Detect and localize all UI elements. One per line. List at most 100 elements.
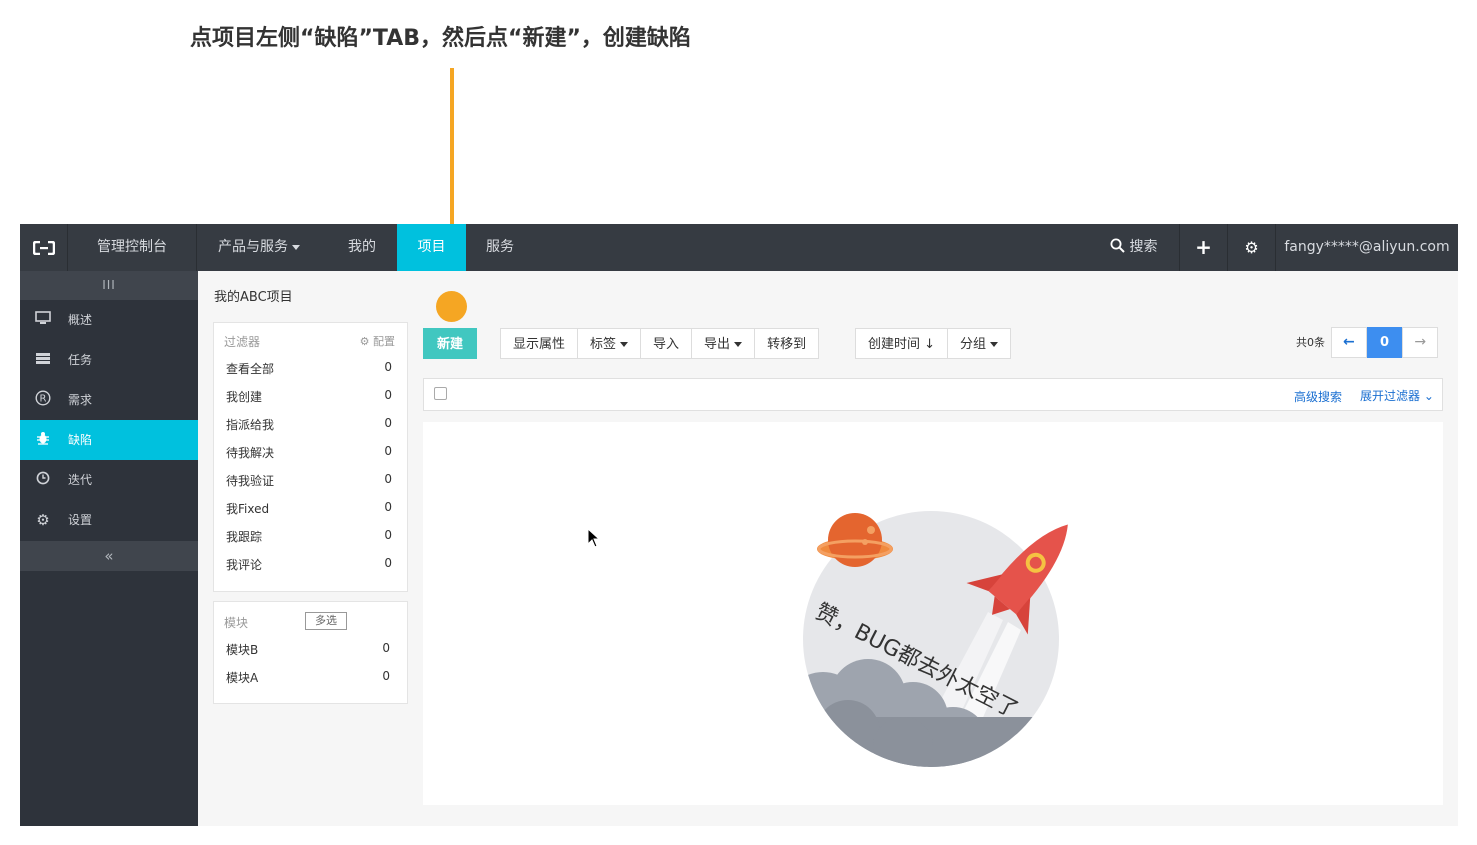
module-count: 0 xyxy=(382,669,390,683)
filter-item-to-resolve[interactable]: 待我解决 0 xyxy=(226,444,392,472)
products-menu[interactable]: 产品与服务 xyxy=(218,224,300,271)
sidebar-item-bugs[interactable]: 缺陷 xyxy=(20,420,198,460)
arrow-left-icon[interactable]: ← xyxy=(1331,327,1367,358)
filter-count: 0 xyxy=(384,416,392,430)
filter-item-assigned[interactable]: 指派给我 0 xyxy=(226,416,392,444)
filter-label: 查看全部 xyxy=(226,362,275,376)
sidebar-item-iterations[interactable]: 迭代 xyxy=(20,460,198,500)
filter-count: 0 xyxy=(384,556,392,570)
sidebar-item-settings[interactable]: ⚙ 设置 xyxy=(20,500,198,540)
new-bug-button[interactable]: 新建 xyxy=(423,328,477,359)
group-label: 分组 xyxy=(960,337,987,352)
clock-icon xyxy=(34,460,52,500)
sidebar-item-label: 任务 xyxy=(68,353,93,367)
sidebar-item-label: 迭代 xyxy=(68,473,93,487)
filter-label: 待我解决 xyxy=(226,446,275,460)
sidebar-item-tasks[interactable]: 任务 xyxy=(20,340,198,380)
filter-config-button[interactable]: ⚙ 配置 xyxy=(360,333,395,349)
chevron-down-icon xyxy=(990,342,999,347)
filter-label: 待我验证 xyxy=(226,474,275,488)
sidebar-toggle-button[interactable]: III xyxy=(20,271,198,300)
search-label: 搜索 xyxy=(1129,239,1158,255)
app-window: 管理控制台 产品与服务 我的 项目 服务 搜索 + ⚙ fangy*****@a… xyxy=(20,224,1458,826)
module-item-b[interactable]: 模块B 0 xyxy=(226,641,390,669)
expand-filter-link[interactable]: 展开过滤器 ⌄ xyxy=(1360,387,1434,404)
top-navigation-bar: 管理控制台 产品与服务 我的 项目 服务 搜索 + ⚙ fangy*****@a… xyxy=(20,224,1458,271)
current-page[interactable]: 0 xyxy=(1366,327,1403,358)
list-icon xyxy=(34,340,52,380)
module-panel: 模块 多选 模块B 0 模块A 0 xyxy=(213,601,408,704)
chevron-down-icon xyxy=(292,244,300,250)
search-bar: 高级搜索 展开过滤器 ⌄ xyxy=(423,378,1443,411)
pagination: ← 0 → xyxy=(1331,327,1439,358)
filter-item-commented[interactable]: 我评论 0 xyxy=(226,556,392,584)
action-button-group: 显示属性 标签 导入 导出 转移到 xyxy=(500,328,820,359)
gear-icon[interactable]: ⚙ xyxy=(1228,224,1275,271)
filter-label: 我Fixed xyxy=(226,502,270,516)
filter-count: 0 xyxy=(384,500,392,514)
sidebar-item-overview[interactable]: 概述 xyxy=(20,300,198,340)
filter-label: 指派给我 xyxy=(226,418,275,432)
filter-count: 0 xyxy=(384,444,392,458)
project-tab[interactable]: 项目 xyxy=(397,224,466,271)
filter-count: 0 xyxy=(384,388,392,402)
annotation-pointer-dot xyxy=(436,291,467,322)
project-title: 我的ABC项目 xyxy=(214,290,293,305)
sidebar: III 概述 任务 R 需求 缺陷 迭代 ⚙ 设置 « xyxy=(20,271,198,826)
module-label: 模块B xyxy=(226,643,259,657)
plus-icon[interactable]: + xyxy=(1180,224,1227,271)
filter-item-created[interactable]: 我创建 0 xyxy=(226,388,392,416)
products-label: 产品与服务 xyxy=(218,239,288,255)
registered-icon: R xyxy=(34,380,52,420)
search-icon xyxy=(1110,238,1125,253)
mouse-cursor-icon xyxy=(587,528,601,548)
arrow-right-icon[interactable]: → xyxy=(1402,327,1439,358)
instruction-annotation: 点项目左侧“缺陷”TAB，然后点“新建”，创建缺陷 xyxy=(190,26,691,51)
filter-count: 0 xyxy=(384,360,392,374)
filter-item-fixed[interactable]: 我Fixed 0 xyxy=(226,500,392,528)
import-button[interactable]: 导入 xyxy=(641,328,693,359)
aliyun-logo-icon[interactable] xyxy=(20,224,68,271)
sidebar-item-label: 缺陷 xyxy=(68,433,93,447)
group-dropdown[interactable]: 分组 xyxy=(948,328,1012,359)
filter-label: 我跟踪 xyxy=(226,530,263,544)
bug-icon xyxy=(34,420,52,460)
module-label: 模块A xyxy=(226,671,259,685)
module-item-a[interactable]: 模块A 0 xyxy=(226,669,390,697)
filter-label: 我创建 xyxy=(226,390,263,404)
tags-dropdown[interactable]: 标签 xyxy=(578,328,642,359)
sidebar-item-label: 设置 xyxy=(68,513,93,527)
filter-count: 0 xyxy=(384,528,392,542)
filter-count: 0 xyxy=(384,472,392,486)
mine-menu[interactable]: 我的 xyxy=(348,224,376,271)
export-label: 导出 xyxy=(704,337,731,352)
filter-item-tracking[interactable]: 我跟踪 0 xyxy=(226,528,392,556)
advanced-search-link[interactable]: 高级搜索 xyxy=(1294,388,1342,405)
gear-icon: ⚙ xyxy=(36,511,50,529)
service-menu[interactable]: 服务 xyxy=(486,224,514,271)
sidebar-item-label: 需求 xyxy=(68,393,93,407)
bug-list-empty-state: 赞，BUG都去外太空了 xyxy=(423,422,1443,805)
sidebar-collapse-button[interactable]: « xyxy=(20,541,198,571)
module-panel-title: 模块 xyxy=(224,616,249,630)
chevron-down-icon xyxy=(620,342,629,347)
sidebar-item-requirements[interactable]: R 需求 xyxy=(20,380,198,420)
show-properties-button[interactable]: 显示属性 xyxy=(500,328,579,359)
total-count: 共0条 xyxy=(1296,336,1325,349)
svg-text:R: R xyxy=(40,394,47,405)
monitor-icon xyxy=(34,300,52,340)
export-dropdown[interactable]: 导出 xyxy=(692,328,756,359)
select-all-checkbox[interactable] xyxy=(434,387,447,400)
multi-select-button[interactable]: 多选 xyxy=(305,612,347,630)
filter-panel: 过滤器 ⚙ 配置 查看全部 0 我创建 0 指派给我 0 待我解决 0 待我验证 0 我F… xyxy=(213,322,408,592)
user-account-menu[interactable]: fangy*****@aliyun.com xyxy=(1276,224,1458,271)
filter-item-to-verify[interactable]: 待我验证 0 xyxy=(226,472,392,500)
search-button[interactable]: 搜索 xyxy=(1110,224,1157,271)
sort-created-time-button[interactable]: 创建时间 ↓ xyxy=(855,328,949,359)
move-to-button[interactable]: 转移到 xyxy=(755,328,820,359)
filter-item-all[interactable]: 查看全部 0 xyxy=(226,360,392,388)
console-link[interactable]: 管理控制台 xyxy=(68,224,197,271)
sidebar-item-label: 概述 xyxy=(68,313,93,327)
filter-label: 我评论 xyxy=(226,558,263,572)
chevron-down-icon xyxy=(734,342,743,347)
